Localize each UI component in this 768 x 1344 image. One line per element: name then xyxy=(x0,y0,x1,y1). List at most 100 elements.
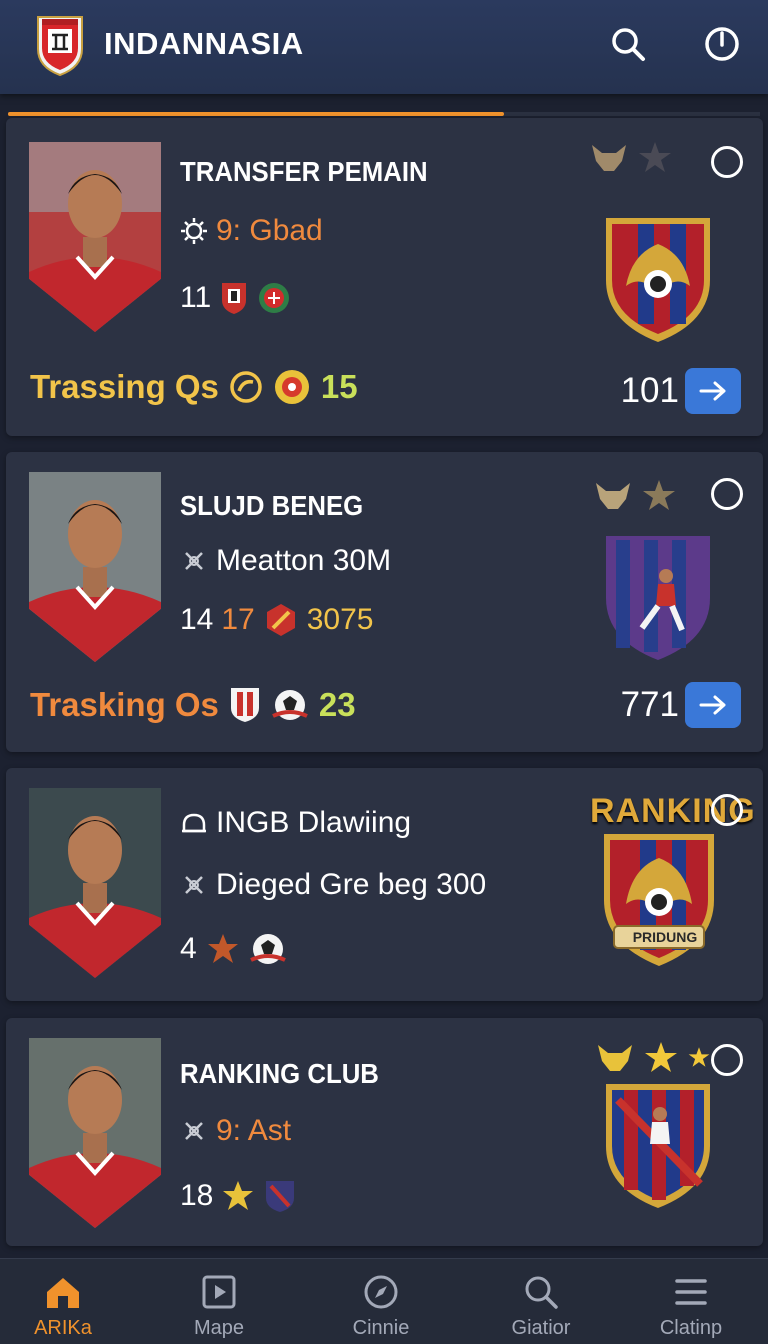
card-count: 4 xyxy=(180,932,197,965)
card-footer: Trasking Os 23 xyxy=(30,686,356,724)
star-badge-icon xyxy=(207,934,238,963)
player-photo xyxy=(29,142,161,332)
go-button[interactable] xyxy=(685,368,741,414)
sparkle-icon xyxy=(180,871,208,899)
club-crest xyxy=(606,1084,710,1208)
club-logo xyxy=(37,16,83,77)
nav-label: Giatior xyxy=(511,1317,571,1339)
nav-item-mape[interactable]: Mape xyxy=(164,1273,274,1340)
card-slujd-beneg[interactable]: SLUJD BENEG Meatton 30M 14 17 3075 Trask… xyxy=(6,452,763,752)
club-badge-icon xyxy=(259,283,290,313)
card-count: 18 xyxy=(180,1179,214,1212)
club-badge-icon xyxy=(222,283,247,314)
nav-item-giatior[interactable]: Giatior xyxy=(486,1273,596,1340)
power-icon[interactable] xyxy=(702,24,742,64)
menu-icon xyxy=(671,1273,711,1311)
club-badge-icon xyxy=(266,1181,295,1212)
player-photo xyxy=(29,1038,161,1228)
card-title: RANKING CLUB xyxy=(180,1058,379,1089)
card-footer: Trassing Qs 15 xyxy=(30,368,358,406)
card-count-c: 3075 xyxy=(306,603,374,636)
footer-value: 15 xyxy=(320,368,358,405)
footer-number: 101 xyxy=(620,371,679,410)
card-footer-right: 101 xyxy=(621,368,741,414)
nav-item-arika[interactable]: ARIKa xyxy=(8,1273,118,1340)
nav-label: ARIKa xyxy=(34,1317,92,1339)
card-title-row: INGB Dlawiing xyxy=(180,806,411,840)
card-ingb-dlawiing[interactable]: INGB Dlawiing Dieged Gre beg 300 4 RANKI… xyxy=(6,768,763,1001)
wolf-badge-icon xyxy=(598,1045,632,1071)
card-title: TRANSFER PEMAIN xyxy=(180,156,428,187)
card-badges xyxy=(594,478,676,512)
nav-item-cinnie[interactable]: Cinnie xyxy=(326,1273,436,1340)
club-crest xyxy=(606,218,710,342)
card-ranking-club[interactable]: RANKING CLUB 9: Ast 18 xyxy=(6,1018,763,1246)
club-crest xyxy=(606,536,710,660)
card-stat-text: 9: Ast xyxy=(216,1114,292,1147)
card-count-row: 11 xyxy=(180,280,291,316)
compass-icon xyxy=(361,1273,401,1311)
helmet-icon xyxy=(180,809,208,837)
hexagon-badge-icon xyxy=(266,604,295,636)
select-radio[interactable] xyxy=(711,478,743,510)
star-icon xyxy=(643,480,675,510)
card-title: SLUJD BENEG xyxy=(180,490,364,521)
card-stat-text: 9: Gbad xyxy=(216,214,323,247)
footer-number: 771 xyxy=(620,685,679,724)
crest-banner: PRIDUNG xyxy=(632,929,698,945)
card-footer-right: 771 xyxy=(621,682,741,728)
search-icon xyxy=(521,1273,561,1311)
wolf-badge-icon xyxy=(592,145,626,171)
footer-label: Trassing Qs xyxy=(30,368,219,405)
star-icon xyxy=(645,1042,677,1072)
card-stat-text: Dieged Gre beg 300 xyxy=(216,868,487,901)
card-count-b: 17 xyxy=(221,603,255,636)
search-icon[interactable] xyxy=(608,24,648,64)
star-badge-icon xyxy=(223,1181,254,1210)
club-crest xyxy=(604,834,714,966)
progress-fill xyxy=(8,112,505,116)
card-count: 11 xyxy=(180,281,212,314)
nav-label: Cinnie xyxy=(352,1317,410,1339)
card-stat-text: Meatton 30M xyxy=(216,544,392,577)
card-count-row: 14 17 3075 xyxy=(180,602,374,638)
card-stat-row: Meatton 30M xyxy=(180,544,391,578)
footer-label: Trasking Os xyxy=(30,686,219,723)
select-radio[interactable] xyxy=(711,146,743,178)
card-title: INGB Dlawiing xyxy=(216,806,412,839)
bottom-nav: ARIKa Mape Cinnie Giatior Clatinp xyxy=(0,1258,768,1344)
select-radio[interactable] xyxy=(711,794,743,826)
nav-label: Clatinp xyxy=(659,1317,723,1339)
card-count: 14 xyxy=(180,603,214,636)
play-square-icon xyxy=(199,1273,239,1311)
card-stat-row: Dieged Gre beg 300 xyxy=(180,868,486,902)
sun-icon xyxy=(180,217,208,245)
player-photo xyxy=(29,788,161,978)
app-header: INDANNASIA xyxy=(0,0,768,94)
sparkle-icon xyxy=(180,1117,208,1145)
loading-progress xyxy=(8,112,760,116)
card-stat-row: 9: Ast xyxy=(180,1114,291,1148)
ball-icon xyxy=(272,690,308,720)
card-count-row: 4 xyxy=(180,930,287,968)
card-badges xyxy=(596,1040,710,1074)
nav-item-clatinp[interactable]: Clatinp xyxy=(636,1273,746,1340)
arrow-right-icon xyxy=(699,695,726,715)
home-icon xyxy=(43,1273,83,1311)
sparkle-icon xyxy=(180,547,208,575)
wolf-badge-icon xyxy=(596,483,630,509)
club-badge-icon xyxy=(230,688,259,722)
card-badges xyxy=(590,140,672,174)
gauge-icon xyxy=(230,371,262,403)
app-title: INDANNASIA xyxy=(104,26,304,61)
footer-value: 23 xyxy=(318,686,356,723)
card-transfer-pemain[interactable]: TRANSFER PEMAIN 9: Gbad 11 Trassing Qs 1… xyxy=(6,118,763,436)
arrow-right-icon xyxy=(699,381,726,401)
star-icon xyxy=(688,1047,710,1067)
select-radio[interactable] xyxy=(711,1044,743,1076)
nav-label: Mape xyxy=(193,1317,245,1339)
go-button[interactable] xyxy=(685,682,741,728)
ball-icon xyxy=(249,934,286,964)
player-photo xyxy=(29,472,161,662)
ball-icon xyxy=(274,370,309,404)
